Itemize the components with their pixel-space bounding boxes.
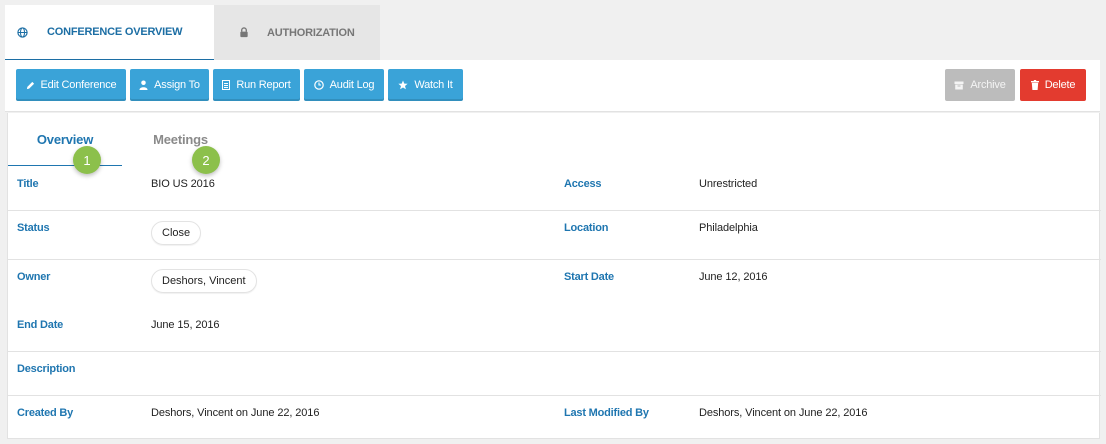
field-row-owner: Owner Deshors, Vincent Start Date June 1… bbox=[8, 260, 1101, 352]
title-label: Title bbox=[17, 178, 39, 190]
edit-conference-label: Edit Conference bbox=[40, 79, 117, 91]
archive-icon bbox=[954, 81, 964, 89]
owner-label: Owner bbox=[17, 271, 51, 283]
field-row-status: Status Close Location Philadelphia bbox=[8, 211, 1101, 260]
last-modified-label: Last Modified By bbox=[564, 407, 649, 419]
end-date-label: End Date bbox=[17, 319, 64, 331]
last-modified-value: Deshors, Vincent on June 22, 2016 bbox=[699, 407, 868, 419]
tab-conference-overview[interactable]: CONFERENCE OVERVIEW bbox=[5, 5, 214, 60]
location-value: Philadelphia bbox=[699, 222, 758, 234]
watch-it-button[interactable]: Watch It bbox=[388, 69, 463, 101]
assign-to-button[interactable]: Assign To bbox=[130, 69, 209, 101]
top-tab-bar: CONFERENCE OVERVIEW AUTHORIZATION bbox=[5, 5, 380, 60]
subtab-overview[interactable]: Overview bbox=[8, 113, 122, 166]
edit-conference-button[interactable]: Edit Conference bbox=[16, 69, 126, 101]
clock-icon bbox=[313, 80, 324, 90]
delete-label: Delete bbox=[1044, 79, 1076, 91]
subtab-meetings[interactable]: Meetings bbox=[122, 113, 239, 166]
user-icon bbox=[139, 80, 148, 90]
tab-authorization[interactable]: AUTHORIZATION bbox=[214, 5, 380, 60]
start-date-label: Start Date bbox=[564, 271, 614, 283]
overview-panel: Overview Meetings 1 2 Title BIO US 2016 … bbox=[7, 113, 1101, 439]
action-toolbar: Edit Conference Assign To Run Report Aud… bbox=[5, 60, 1100, 112]
tab-conference-overview-label: CONFERENCE OVERVIEW bbox=[47, 26, 183, 38]
field-row-description: Description bbox=[8, 352, 1101, 396]
run-report-button[interactable]: Run Report bbox=[213, 69, 300, 101]
subtab-overview-label: Overview bbox=[36, 131, 94, 147]
access-value: Unrestricted bbox=[699, 178, 758, 190]
archive-label: Archive bbox=[970, 79, 1006, 91]
delete-button[interactable]: Delete bbox=[1020, 69, 1086, 101]
tab-authorization-label: AUTHORIZATION bbox=[267, 26, 355, 39]
pencil-icon bbox=[26, 81, 34, 89]
watch-it-label: Watch It bbox=[414, 79, 453, 91]
access-label: Access bbox=[564, 178, 602, 190]
star-icon bbox=[398, 80, 408, 90]
start-date-value: June 12, 2016 bbox=[699, 271, 768, 283]
run-report-label: Run Report bbox=[236, 79, 291, 91]
status-label: Status bbox=[17, 222, 50, 234]
lock-icon bbox=[237, 27, 251, 38]
field-row-title: Title BIO US 2016 Access Unrestricted bbox=[8, 166, 1101, 211]
description-label: Description bbox=[17, 363, 76, 375]
title-value: BIO US 2016 bbox=[151, 178, 215, 190]
audit-log-button[interactable]: Audit Log bbox=[304, 69, 384, 101]
created-by-value: Deshors, Vincent on June 22, 2016 bbox=[151, 407, 320, 419]
field-row-audit: Created By Deshors, Vincent on June 22, … bbox=[8, 396, 1101, 438]
end-date-value: June 15, 2016 bbox=[151, 319, 220, 331]
created-by-label: Created By bbox=[17, 407, 74, 419]
archive-button[interactable]: Archive bbox=[945, 69, 1015, 101]
assign-to-label: Assign To bbox=[154, 79, 200, 91]
subtab-meetings-label: Meetings bbox=[153, 132, 208, 147]
status-badge: Close bbox=[151, 221, 202, 245]
report-icon bbox=[222, 80, 231, 90]
audit-log-label: Audit Log bbox=[329, 79, 375, 91]
location-label: Location bbox=[564, 222, 609, 234]
globe-icon bbox=[15, 26, 29, 38]
owner-chip[interactable]: Deshors, Vincent bbox=[151, 269, 257, 293]
trash-icon bbox=[1030, 80, 1039, 90]
